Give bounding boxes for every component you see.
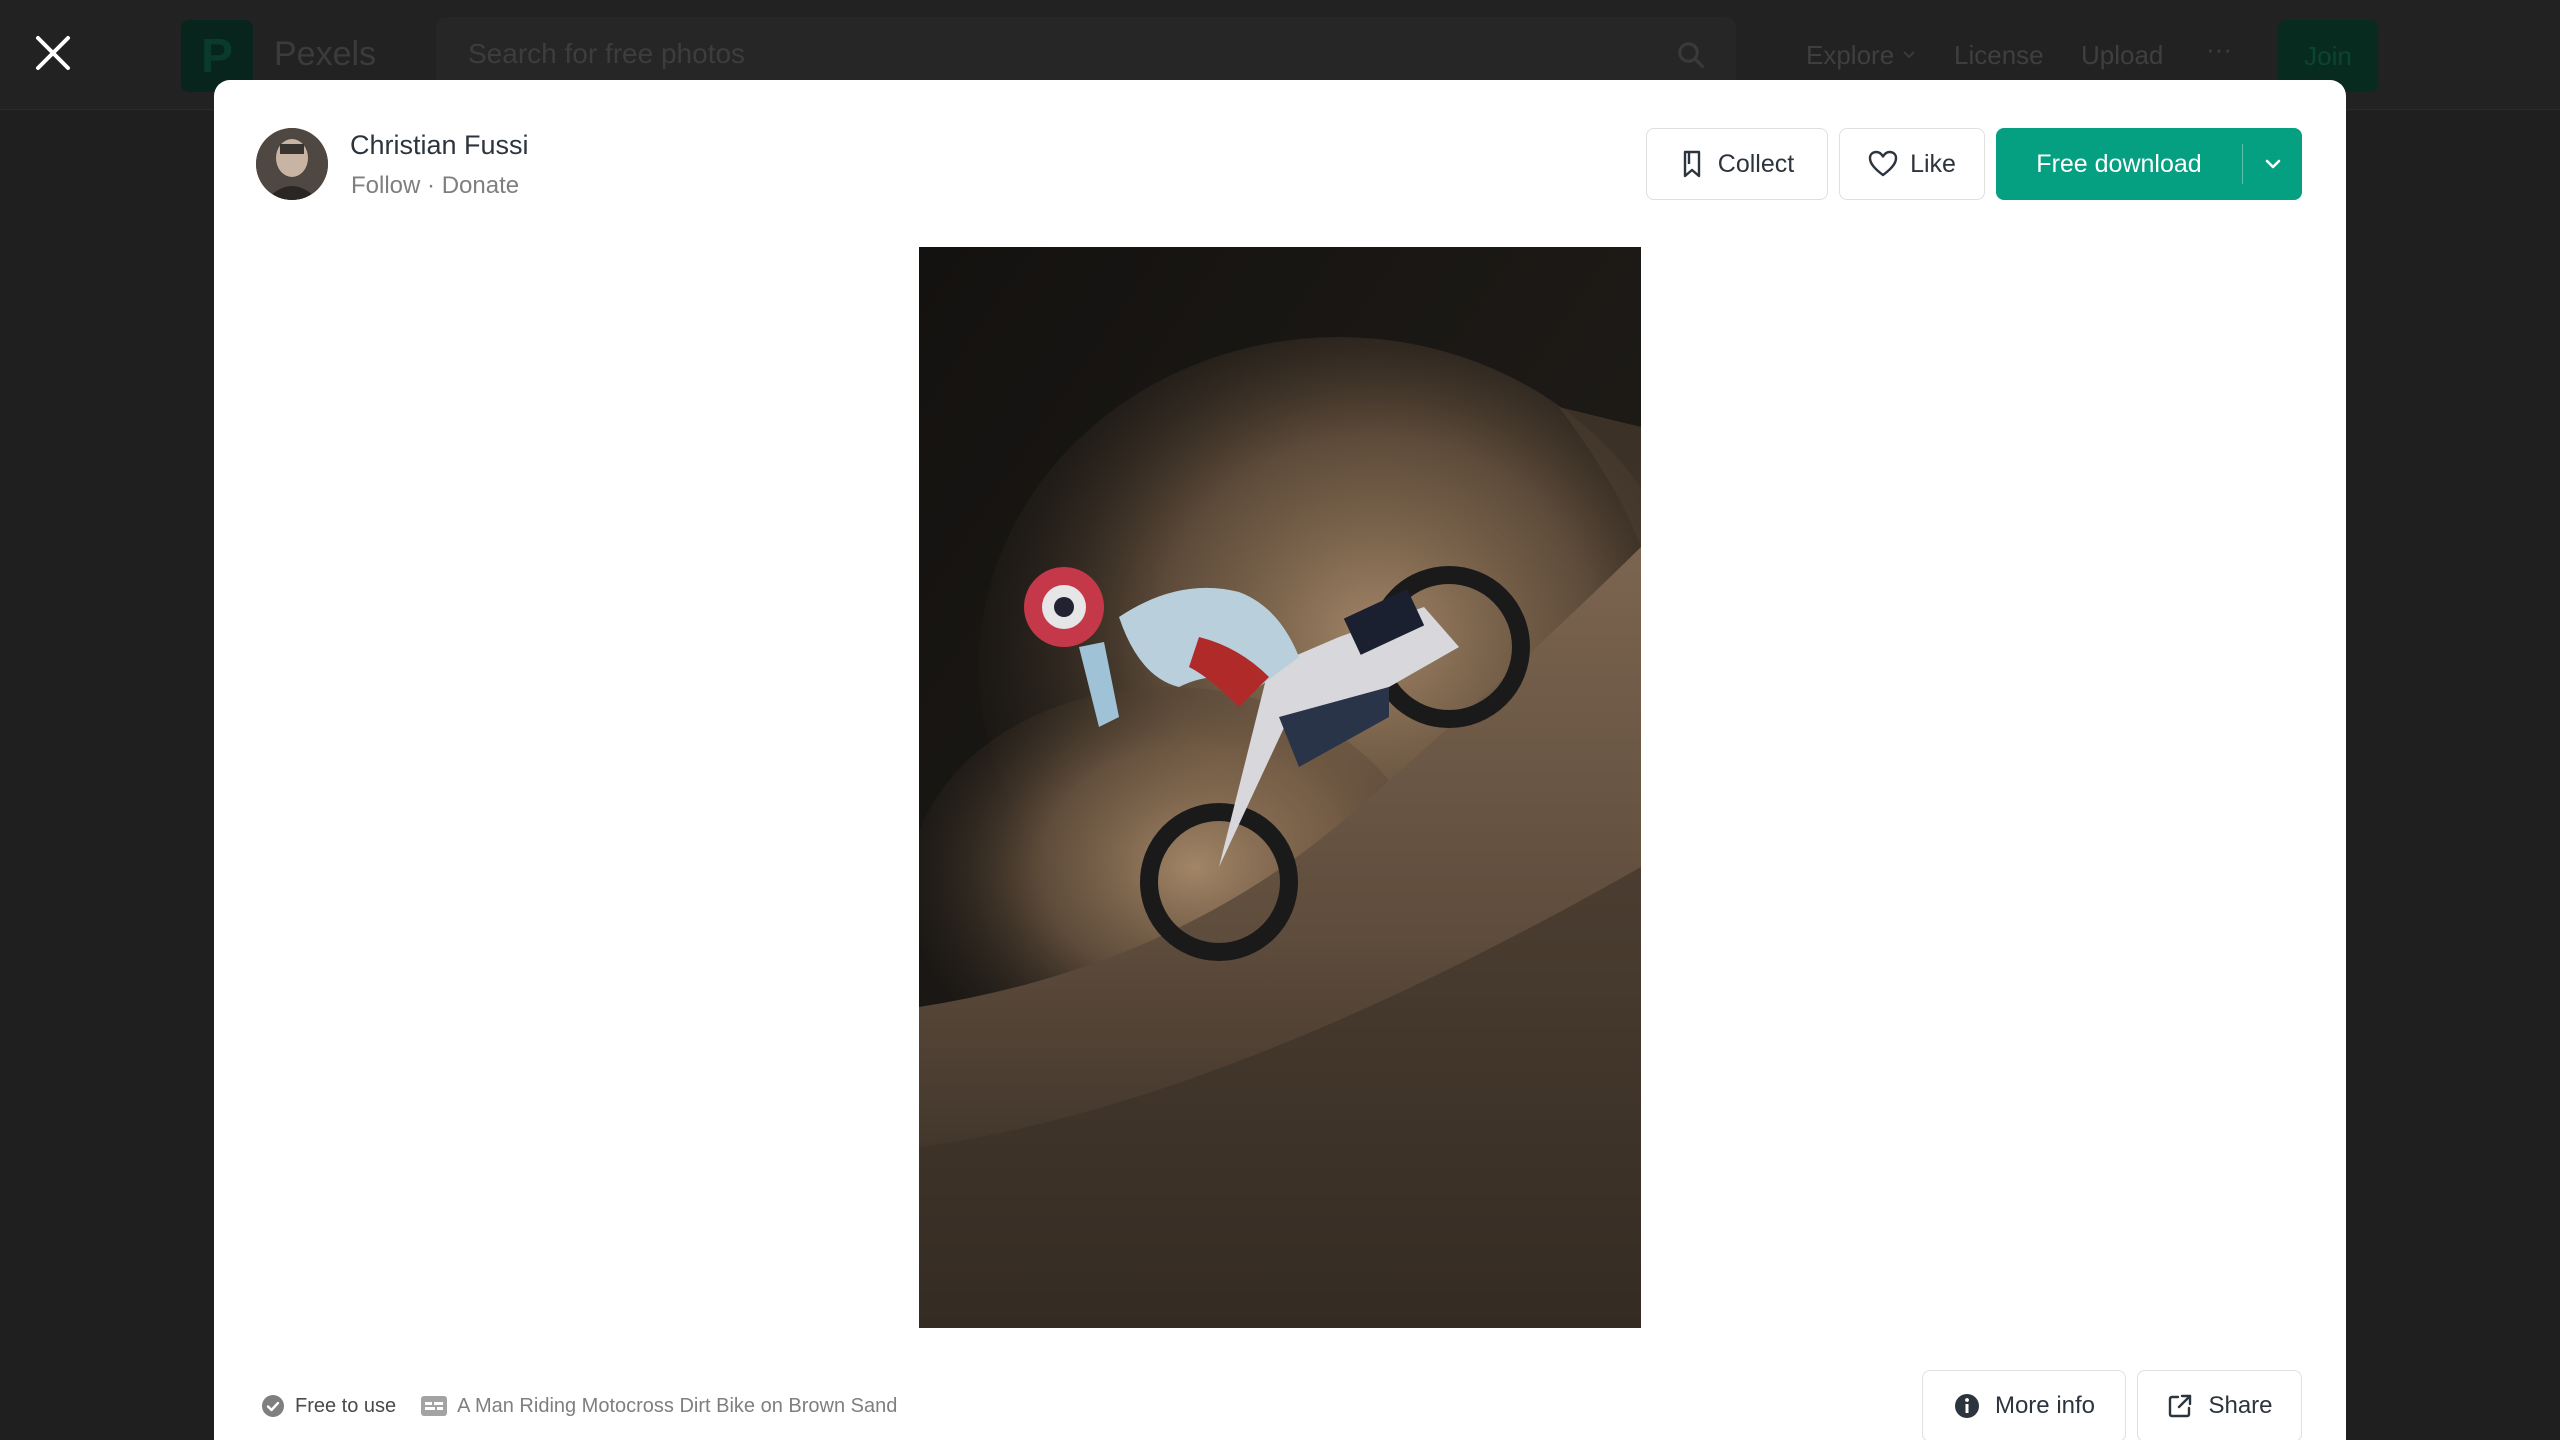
follow-link[interactable]: Follow	[351, 172, 420, 199]
download-options-button[interactable]	[2243, 128, 2302, 200]
logo-letter: P	[200, 29, 233, 83]
download-button-group: Free download	[1996, 128, 2302, 200]
main-photo[interactable]	[919, 247, 1641, 1328]
check-circle-icon	[262, 1395, 284, 1417]
collect-label: Collect	[1717, 149, 1795, 178]
chevron-down-icon	[2265, 159, 2280, 169]
search-input[interactable]: Search for free photos	[468, 38, 745, 70]
license-info[interactable]: Free to use	[260, 1393, 396, 1419]
more-menu-icon[interactable]: ···	[2206, 34, 2232, 65]
photo-description: A Man Riding Motocross Dirt Bike on Brow…	[420, 1393, 897, 1419]
like-label: Like	[1910, 149, 1956, 178]
caption-icon	[421, 1396, 448, 1416]
nav-license[interactable]: License	[1954, 40, 2044, 71]
info-icon	[1954, 1394, 1979, 1418]
bookmark-icon	[1683, 150, 1700, 178]
nav-upload[interactable]: Upload	[2081, 40, 2163, 71]
avatar-image	[256, 128, 328, 200]
close-icon[interactable]	[30, 30, 76, 76]
link-separator: ·	[427, 172, 436, 199]
share-label: Share	[2208, 1392, 2273, 1419]
photo-image	[919, 247, 1641, 1328]
description-text: A Man Riding Motocross Dirt Bike on Brow…	[457, 1394, 898, 1417]
search-icon[interactable]	[1676, 40, 1706, 70]
download-label: Free download	[2036, 149, 2202, 178]
like-button[interactable]: Like	[1839, 128, 1985, 200]
author-links: Follow · Donate	[351, 172, 519, 200]
brand-name[interactable]: Pexels	[274, 35, 376, 74]
photo-modal: Christian Fussi Follow · Donate Collect …	[214, 80, 2346, 1440]
license-label: Free to use	[295, 1394, 397, 1417]
free-download-button[interactable]: Free download	[1996, 128, 2242, 200]
share-icon	[2169, 1394, 2192, 1418]
more-info-label: More info	[1994, 1392, 2096, 1419]
author-name[interactable]: Christian Fussi	[350, 130, 529, 161]
more-info-button[interactable]: More info	[1922, 1370, 2126, 1440]
heart-icon	[1868, 150, 1898, 177]
author-avatar[interactable]	[256, 128, 328, 200]
donate-link[interactable]: Donate	[442, 172, 519, 199]
chevron-down-icon	[1903, 51, 1915, 59]
collect-button[interactable]: Collect	[1646, 128, 1828, 200]
photo-footer-info: Free to use A Man Riding Motocross Dirt …	[260, 1393, 897, 1419]
nav-explore[interactable]: Explore	[1806, 40, 1894, 71]
share-button[interactable]: Share	[2137, 1370, 2302, 1440]
